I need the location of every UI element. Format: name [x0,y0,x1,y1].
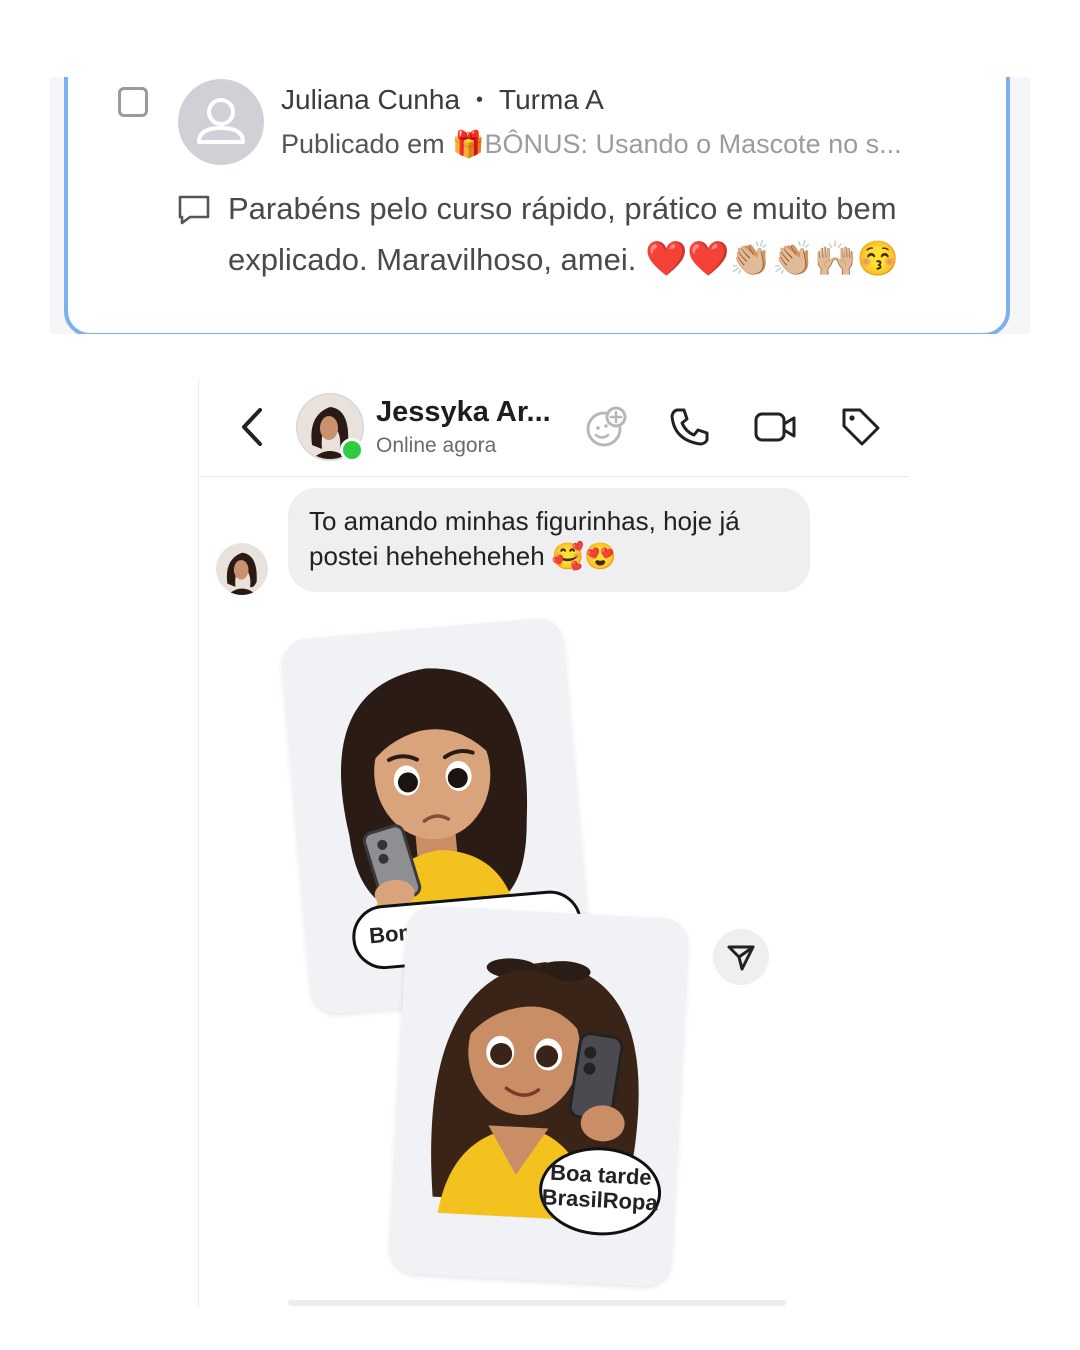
gift-icon: 🎁 [452,129,485,159]
video-camera-icon[interactable] [752,404,798,450]
contact-status: Online agora [376,434,497,457]
comment-icon [178,195,210,225]
share-button[interactable] [713,929,769,985]
author-name[interactable]: Juliana Cunha [281,84,460,115]
group-name: Turma A [499,84,604,115]
sender-photo-icon [216,543,268,595]
online-indicator [340,438,364,462]
posted-in-line: Publicado em 🎁BÔNUS: Usando o Mascote no… [281,129,902,160]
input-area-edge [288,1300,786,1306]
sticker-smiling-girl-icon [431,958,639,1222]
course-link[interactable]: BÔNUS: Usando o Mascote no s... [485,129,902,159]
send-icon [727,945,755,971]
comment-card[interactable]: Juliana Cunha • Turma A Publicado em 🎁BÔNU… [64,77,1010,334]
header-divider [199,476,909,477]
comment-card-region: Juliana Cunha • Turma A Publicado em 🎁BÔNU… [50,77,1030,334]
back-arrow-icon[interactable] [232,402,272,452]
message-bubble[interactable]: To amando minhas figurinhas, hoje já pos… [288,488,810,592]
select-checkbox[interactable] [118,87,148,117]
author-line: Juliana Cunha • Turma A [281,84,604,116]
sticker-card[interactable]: Boa tarde BrasilRopa [388,904,690,1288]
user-icon [197,98,245,144]
sticker-caption-line2: BrasilRopa [541,1184,659,1216]
phone-icon[interactable] [667,404,713,450]
comment-body: Parabéns pelo curso rápido, prático e mu… [228,183,998,285]
chat-left-border [198,378,199,1308]
comment-emojis: ❤️❤️👏🏼👏🏼🙌🏼😚 [644,240,899,278]
sticker-add-icon[interactable] [583,404,629,450]
posted-in-label: Publicado em [281,129,445,159]
separator-dot: • [476,89,484,111]
tag-icon[interactable] [838,404,884,450]
sender-avatar[interactable] [216,543,268,595]
contact-name[interactable]: Jessyka Ar... [376,396,551,429]
avatar-placeholder [178,79,264,165]
